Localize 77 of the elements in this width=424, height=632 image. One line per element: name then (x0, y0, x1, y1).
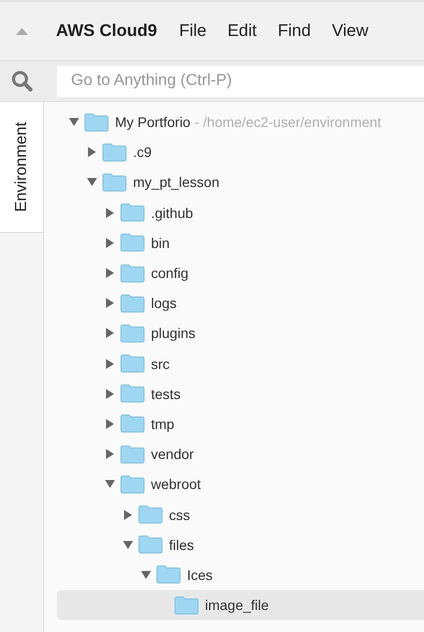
caret-right-icon[interactable] (106, 418, 114, 429)
caret-down-icon[interactable] (86, 178, 96, 186)
folder-icon (120, 264, 145, 283)
tree-row[interactable]: my_pt_lesson (57, 167, 424, 198)
menu-item[interactable]: Find (278, 21, 311, 41)
tree-row[interactable]: src (57, 348, 424, 379)
folder-name: src (151, 356, 170, 372)
folder-icon (138, 505, 163, 524)
folder-name: .github (151, 204, 194, 221)
menu-item[interactable]: File (179, 21, 206, 41)
folder-icon (102, 172, 127, 192)
caret-right-icon[interactable] (106, 449, 114, 460)
caret-down-icon[interactable] (104, 480, 114, 488)
search-icon (11, 70, 33, 92)
folder-name: tests (151, 386, 181, 402)
tree-row[interactable]: tmp (57, 408, 424, 440)
caret-right-icon[interactable] (106, 238, 114, 248)
folder-icon (120, 474, 145, 494)
search-field[interactable]: Go to Anything (Ctrl-P) (57, 66, 424, 96)
folder-icon (84, 112, 109, 132)
caret-down-icon[interactable] (68, 118, 78, 126)
caret-right-icon[interactable] (88, 147, 96, 158)
menu-item[interactable]: View (332, 21, 368, 41)
folder-name: .c9 (133, 144, 152, 160)
app-brand[interactable]: AWS Cloud9 (56, 21, 158, 41)
caret-right-icon[interactable] (106, 298, 114, 308)
caret-right-icon[interactable] (106, 388, 114, 399)
folder-name: Ices (187, 566, 213, 583)
tree-row[interactable]: vendor (57, 439, 424, 470)
side-tab[interactable]: Environment (0, 102, 43, 233)
tree-row[interactable]: Ices (57, 560, 424, 590)
folder-icon (102, 142, 127, 162)
tree-row[interactable]: plugins (57, 318, 424, 348)
tree-row[interactable]: tests (57, 378, 424, 409)
tree-row[interactable]: .github (57, 198, 424, 228)
tree-row[interactable]: bin (57, 228, 424, 258)
tree-row[interactable]: css (57, 499, 424, 530)
caret-down-icon[interactable] (140, 570, 150, 579)
tree-row[interactable]: webroot (57, 469, 424, 500)
folder-name: webroot (151, 476, 201, 492)
folder-name: css (169, 506, 190, 523)
folder-icon (120, 203, 145, 222)
folder-icon (120, 354, 145, 374)
caret-right-icon[interactable] (106, 208, 114, 218)
folder-icon (120, 324, 145, 343)
folder-name: bin (151, 234, 170, 251)
caret-down-icon[interactable] (122, 540, 132, 549)
menu-item[interactable]: Edit (227, 21, 257, 41)
folder-path: - /home/ec2-user/environment (194, 114, 382, 130)
caret-right-icon[interactable] (124, 510, 132, 520)
folder-icon (138, 535, 163, 554)
folder-name: vendor (151, 446, 194, 462)
folder-icon (120, 444, 145, 464)
tree-row[interactable]: image_file (57, 590, 424, 620)
folder-name: plugins (151, 325, 196, 342)
tree-row[interactable]: files (57, 530, 424, 560)
triangle-up-icon (16, 28, 28, 34)
caret-right-icon[interactable] (106, 358, 114, 369)
folder-name: my_pt_lesson (133, 174, 220, 190)
tree-row[interactable]: config (57, 258, 424, 288)
tree-row[interactable]: .c9 (57, 137, 424, 168)
folder-name: image_file (205, 597, 269, 614)
folder-name: My Portforio (115, 114, 190, 130)
folder-name: files (169, 536, 194, 553)
folder-icon (120, 233, 145, 252)
folder-name: config (151, 265, 188, 282)
folder-icon (174, 596, 199, 615)
caret-right-icon[interactable] (106, 268, 114, 278)
folder-name: logs (151, 295, 177, 312)
folder-icon (156, 565, 181, 584)
folder-icon (120, 294, 145, 313)
tree-row[interactable]: logs (57, 288, 424, 318)
folder-icon (120, 414, 145, 434)
folder-icon (120, 384, 145, 404)
caret-right-icon[interactable] (106, 328, 114, 338)
folder-name: tmp (151, 416, 174, 432)
tree-row[interactable]: My Portforio - /home/ec2-user/environment (57, 107, 424, 138)
